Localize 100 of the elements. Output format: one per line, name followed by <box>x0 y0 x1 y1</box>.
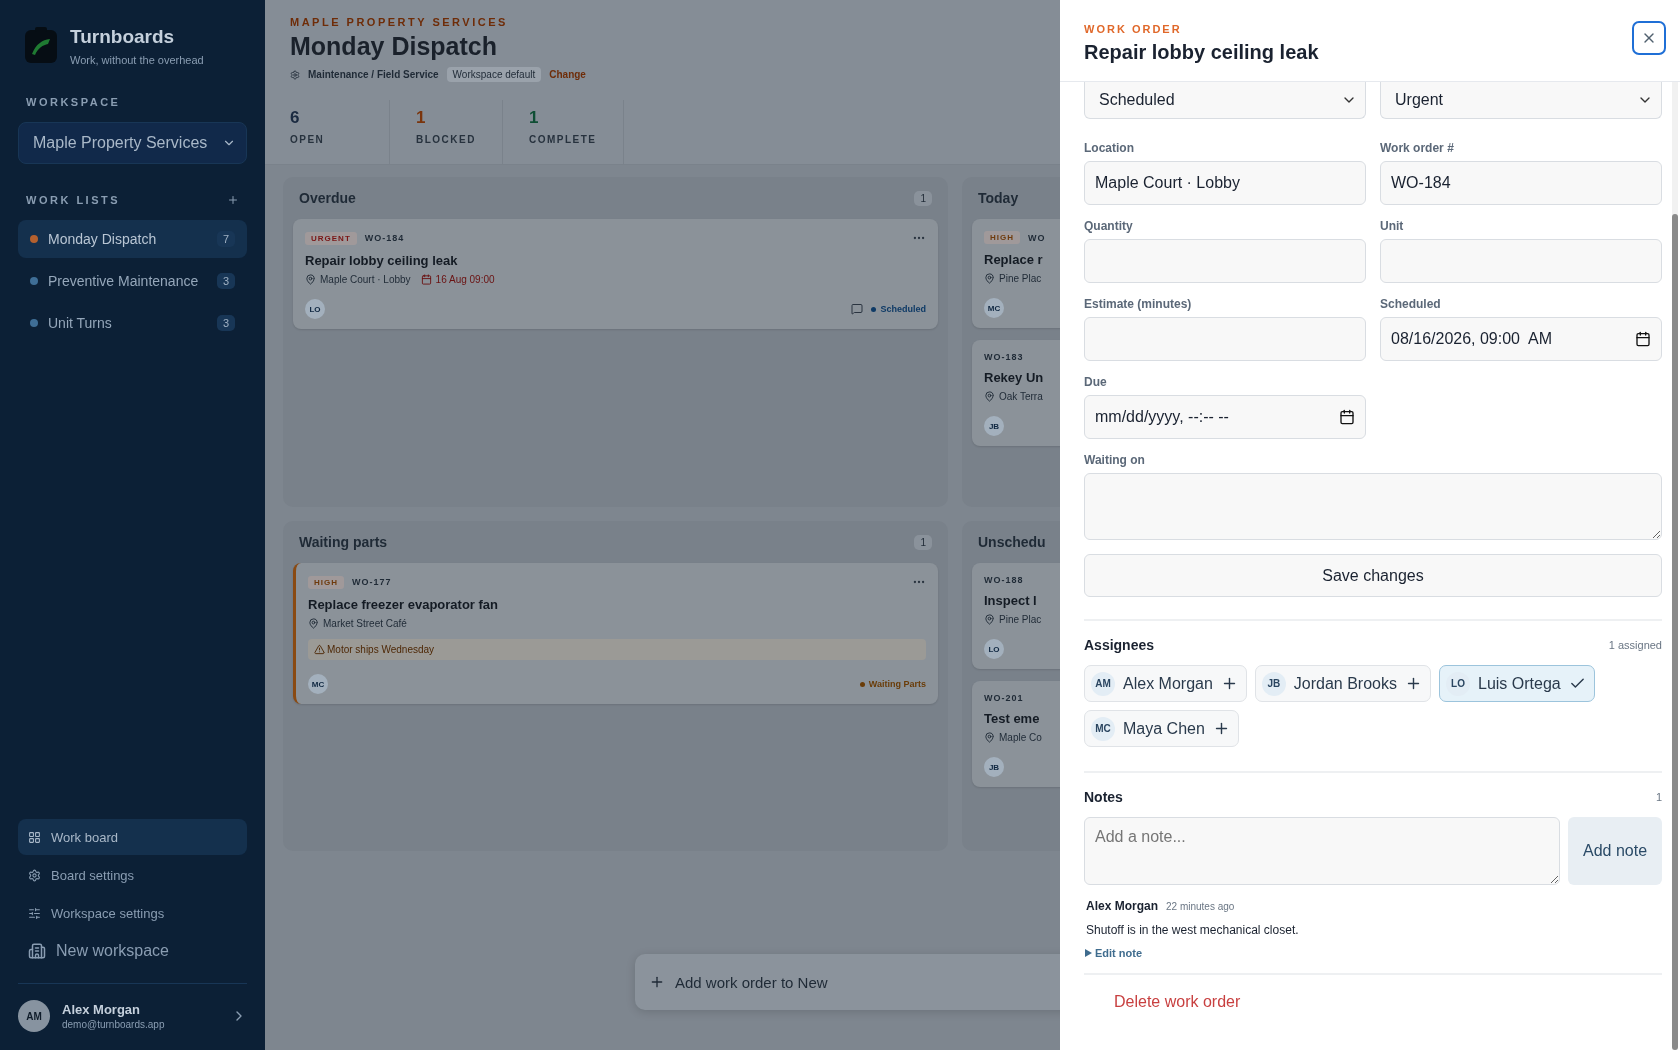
input-field[interactable]: Maple Court · Lobby <box>1084 161 1366 205</box>
section-label: WORKSPACE <box>26 96 121 108</box>
work-order-number: WO-183 <box>984 352 1024 362</box>
assignee-chip[interactable]: JB Jordan Brooks <box>1254 665 1431 702</box>
count-badge: 1 <box>914 534 932 550</box>
work-order-card[interactable]: WO-183 Rekey Un Oak Terra JB <box>972 340 1060 446</box>
location-pin-icon <box>305 274 316 285</box>
page-title: Monday Dispatch <box>290 32 498 61</box>
nav-item[interactable]: Work board <box>18 819 247 855</box>
date-field[interactable]: mm/dd/yyyy, --:-- -- <box>1084 395 1366 439</box>
priority-badge: HIGH <box>984 231 1020 244</box>
work-order-number: WO-188 <box>984 575 1024 585</box>
assignee-chip[interactable]: LO Luis Ortega <box>1439 665 1595 702</box>
assignee-avatar: JB <box>984 416 1004 436</box>
stat-label: OPEN <box>290 134 326 145</box>
card-title: Replace freezer evaporator fan <box>308 597 500 612</box>
location-pin-icon <box>984 732 995 743</box>
plus-icon <box>649 974 665 990</box>
add-work-order-field[interactable]: Add work order to New <box>635 954 1060 1010</box>
scrollbar-thumb[interactable] <box>1672 214 1678 1050</box>
location-pin-icon <box>308 618 319 629</box>
assignee-avatar: LO <box>984 639 1004 659</box>
building-icon <box>28 942 46 960</box>
input-field[interactable] <box>1084 317 1366 361</box>
stat-value: 1 <box>416 108 427 128</box>
sliders-icon <box>28 906 41 920</box>
status-label: Waiting Parts <box>859 679 926 689</box>
assignee-chip[interactable]: MC Maya Chen <box>1084 710 1239 747</box>
column-title: Unschedu <box>978 534 1046 550</box>
input-field[interactable]: WO-184 <box>1380 161 1662 205</box>
card-location: Pine Plac <box>999 614 1042 625</box>
add-icon[interactable] <box>227 194 239 206</box>
card-location: Maple Co <box>999 732 1042 743</box>
calendar-icon[interactable] <box>1635 331 1651 347</box>
nav-item[interactable]: Board settings <box>18 857 247 893</box>
select-field[interactable]: Scheduled <box>1084 82 1366 119</box>
assignee-avatar: LO <box>305 299 325 319</box>
org-label: MAPLE PROPERTY SERVICES <box>290 16 509 28</box>
field-label: Unit <box>1380 219 1405 233</box>
assignee-avatar: MC <box>984 298 1004 318</box>
edit-note-link[interactable]: Edit note <box>1085 947 1143 959</box>
work-order-card[interactable]: HIGH WO-177 Replace freezer evaporator fan Market Street Café Motor ships Wednesday MC Waiting Parts <box>293 563 938 704</box>
note-time: 22 minutes ago <box>1166 901 1235 912</box>
card-location: Maple Court · Lobby <box>320 274 411 285</box>
nav-item[interactable]: Workspace settings <box>18 895 247 931</box>
card-title: Replace r <box>984 252 1044 267</box>
section-title: Notes <box>1084 789 1123 805</box>
nav-item[interactable]: New workspace <box>18 933 247 969</box>
delete-button[interactable]: Delete work order <box>1084 981 1271 1023</box>
card-title: Inspect l <box>984 593 1038 608</box>
priority-badge: HIGH <box>308 575 344 589</box>
work-list-item[interactable]: Unit Turns 3 <box>18 304 247 342</box>
user-avatar: AM <box>18 1000 50 1032</box>
caret-icon <box>1085 949 1092 957</box>
work-order-number: WO-177 <box>352 577 392 587</box>
input-field[interactable] <box>1084 239 1366 283</box>
plus-icon <box>1405 675 1422 692</box>
work-order-card[interactable]: HIGH WO Replace r Pine Plac MC <box>972 219 1060 328</box>
note-field[interactable]: Add a note... <box>1084 817 1560 885</box>
assignee-avatar: MC <box>308 674 328 694</box>
input-field[interactable] <box>1380 239 1662 283</box>
brand-name: Turnboards <box>70 26 176 48</box>
workspace-select[interactable]: Maple Property Services <box>18 122 247 164</box>
work-list-item[interactable]: Monday Dispatch 7 <box>18 220 247 258</box>
date-field[interactable]: 08/16/2026, 09:00 AM <box>1380 317 1662 361</box>
count-badge: 3 <box>216 273 235 289</box>
status-label: Scheduled <box>871 304 926 314</box>
calendar-icon <box>420 274 432 285</box>
work-order-card[interactable]: URGENT WO-184 Repair lobby ceiling leak Maple Court · Lobby 16 Aug 09:00 LO Scheduled <box>293 219 938 329</box>
template-name: Maintenance / Field Service <box>308 69 439 80</box>
work-order-card[interactable]: WO-188 Inspect l Pine Plac LO <box>972 563 1060 669</box>
work-list-item[interactable]: Preventive Maintenance 3 <box>18 262 247 300</box>
card-location: Market Street Café <box>323 618 407 629</box>
calendar-icon[interactable] <box>1339 409 1355 425</box>
gear-icon <box>28 868 41 882</box>
stat-label: COMPLETE <box>528 134 597 145</box>
warning-banner: Motor ships Wednesday <box>308 639 926 660</box>
work-order-number: WO-201 <box>984 693 1024 703</box>
add-note-button[interactable]: Add note <box>1568 817 1662 885</box>
work-order-card[interactable]: WO-201 Test eme Maple Co JB <box>972 681 1060 787</box>
due-date: 16 Aug 09:00 <box>435 274 495 285</box>
save-button[interactable]: Save changes <box>1084 554 1662 597</box>
card-location: Oak Terra <box>999 391 1043 402</box>
field-label: Due <box>1084 375 1108 389</box>
count-badge: 7 <box>216 231 235 247</box>
template-badge: Workspace default <box>446 67 542 82</box>
field-label: Quantity <box>1084 219 1134 233</box>
field-label: Work order # <box>1380 141 1455 155</box>
close-button[interactable] <box>1632 21 1666 55</box>
stat-value: 6 <box>290 108 301 128</box>
column-title: Today <box>978 190 1019 206</box>
note-author: Alex Morgan <box>1086 899 1158 913</box>
section-title: Assignees <box>1084 637 1155 653</box>
assignee-chip[interactable]: AM Alex Morgan <box>1084 665 1247 702</box>
select-field[interactable]: Urgent <box>1380 82 1662 119</box>
work-order-number: WO <box>1028 232 1046 243</box>
notes-count: 1 <box>1655 791 1662 803</box>
panel-eyebrow: WORK ORDER <box>1084 23 1183 35</box>
stat-value: 1 <box>528 108 540 128</box>
priority-badge: URGENT <box>305 231 357 245</box>
